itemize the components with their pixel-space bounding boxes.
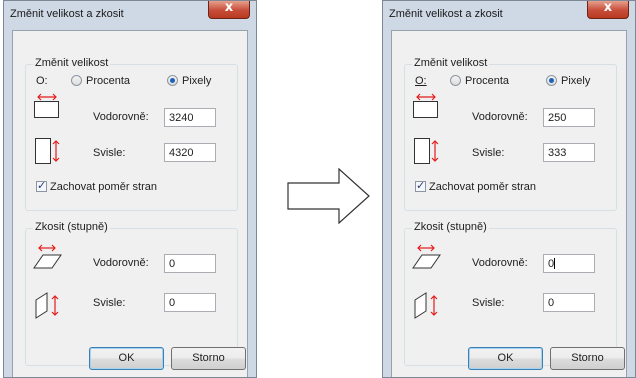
horizontal-skew-icon	[33, 244, 65, 272]
skew-horizontal-label: Vodorovně:	[472, 257, 528, 269]
skew-vertical-input[interactable]: 0	[543, 293, 595, 312]
percent-radio[interactable]	[450, 75, 461, 86]
resize-group: Změnit velikost O: Procenta Pixely Vodor…	[25, 57, 238, 211]
resize-horizontal-label: Vodorovně:	[472, 111, 528, 123]
pixels-label[interactable]: Pixely	[561, 75, 590, 87]
percent-label[interactable]: Procenta	[465, 75, 509, 87]
resize-skew-dialog-before: Změnit velikost a zkosit x Změnit veliko…	[3, 0, 257, 378]
skew-group: Zkosit (stupně) Vodorovně: 0 Svisle: 0	[25, 221, 238, 366]
aspect-ratio-checkbox[interactable]	[415, 179, 426, 192]
title-bar[interactable]: Změnit velikost a zkosit x	[4, 0, 256, 23]
pixels-radio[interactable]	[167, 75, 178, 86]
resize-horizontal-label: Vodorovně:	[93, 111, 149, 123]
cancel-button[interactable]: Storno	[550, 347, 625, 370]
right-arrow-icon	[287, 168, 371, 224]
cancel-button[interactable]: Storno	[171, 347, 246, 370]
skew-horizontal-input[interactable]: 0	[164, 254, 216, 273]
resize-group: Změnit velikost O: Procenta Pixely Vodor…	[404, 57, 617, 211]
horizontal-skew-icon	[412, 244, 444, 272]
resize-vertical-input[interactable]: 333	[543, 143, 595, 162]
skew-group-label: Zkosit (stupně)	[33, 221, 110, 233]
aspect-ratio-checkbox[interactable]	[36, 179, 47, 192]
dialog-title: Změnit velikost a zkosit	[389, 8, 503, 20]
resize-vertical-label: Svisle:	[93, 147, 126, 159]
dialog-client-area: Změnit velikost O: Procenta Pixely Vodor…	[391, 30, 627, 377]
percent-label[interactable]: Procenta	[86, 75, 130, 87]
percent-radio[interactable]	[71, 75, 82, 86]
vertical-skew-icon	[414, 291, 442, 321]
skew-vertical-label: Svisle:	[472, 297, 505, 309]
by-label: O:	[36, 75, 48, 87]
aspect-ratio-label[interactable]: Zachovat poměr stran	[429, 181, 536, 193]
resize-horizontal-input[interactable]: 250	[543, 108, 595, 127]
vertical-resize-icon	[414, 137, 442, 167]
resize-horizontal-input[interactable]: 3240	[164, 108, 216, 127]
dialog-client-area: Změnit velikost O: Procenta Pixely Vodor…	[12, 30, 248, 377]
title-bar[interactable]: Změnit velikost a zkosit x	[383, 0, 635, 23]
pixels-radio[interactable]	[546, 75, 557, 86]
skew-vertical-input[interactable]: 0	[164, 293, 216, 312]
horizontal-resize-icon	[33, 93, 61, 119]
aspect-ratio-label[interactable]: Zachovat poměr stran	[50, 181, 157, 193]
ok-button[interactable]: OK	[468, 347, 543, 370]
horizontal-resize-icon	[412, 93, 440, 119]
close-icon: x	[224, 0, 234, 15]
vertical-resize-icon	[35, 137, 63, 167]
resize-skew-dialog-after: Změnit velikost a zkosit x Změnit veliko…	[382, 0, 636, 378]
ok-button[interactable]: OK	[89, 347, 164, 370]
resize-vertical-label: Svisle:	[472, 147, 505, 159]
vertical-skew-icon	[35, 291, 63, 321]
skew-vertical-label: Svisle:	[93, 297, 126, 309]
close-button[interactable]: x	[587, 0, 629, 19]
close-icon: x	[603, 0, 613, 15]
resize-group-label: Změnit velikost	[33, 57, 111, 69]
by-label: O:	[415, 75, 427, 87]
resize-group-label: Změnit velikost	[412, 57, 490, 69]
skew-group: Zkosit (stupně) Vodorovně: 0 Svisle: 0	[404, 221, 617, 366]
skew-horizontal-label: Vodorovně:	[93, 257, 149, 269]
skew-horizontal-input[interactable]: 0	[543, 254, 595, 273]
close-button[interactable]: x	[208, 0, 250, 19]
pixels-label[interactable]: Pixely	[182, 75, 211, 87]
dialog-title: Změnit velikost a zkosit	[10, 8, 124, 20]
skew-group-label: Zkosit (stupně)	[412, 221, 489, 233]
resize-vertical-input[interactable]: 4320	[164, 143, 216, 162]
